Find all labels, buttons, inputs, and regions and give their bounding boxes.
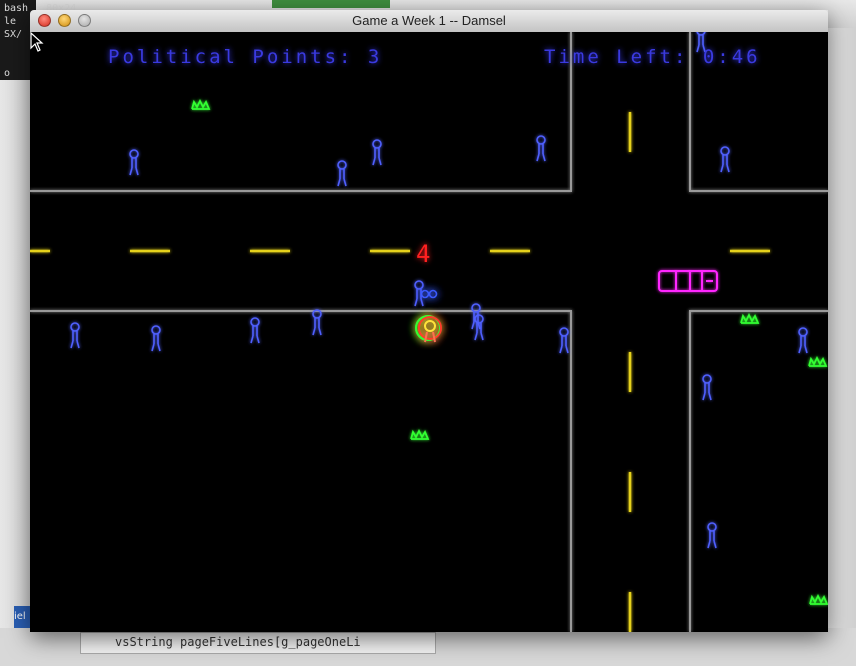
background-window-strip <box>272 0 390 8</box>
pedestrian <box>798 327 808 354</box>
background-code-line: vsString pageFiveLines[g_pageOneLi <box>80 632 436 654</box>
curbs <box>30 32 828 632</box>
background-panel-right <box>828 28 856 628</box>
pedestrian <box>151 325 161 352</box>
pedestrian <box>312 309 322 336</box>
titlebar[interactable]: Game a Week 1 -- Damsel <box>30 10 828 33</box>
grass-tuft <box>808 357 827 367</box>
time-label: Time Left: <box>544 46 689 68</box>
grass-tufts <box>191 100 828 605</box>
pedestrian <box>720 146 730 173</box>
pedestrian <box>129 149 139 176</box>
pedestrian <box>702 374 712 401</box>
game-window: Game a Week 1 -- Damsel Political Points… <box>30 10 828 632</box>
timer-display: Time Left: 0:46 <box>544 46 761 68</box>
pedestrian <box>372 139 382 166</box>
background-panel-left <box>0 80 32 640</box>
pedestrian <box>337 160 347 187</box>
score-display: Political Points: 3 <box>108 46 382 68</box>
grass-tuft <box>809 595 828 605</box>
score-label: Political Points: <box>108 46 354 68</box>
time-value: 0:46 <box>702 46 761 68</box>
car <box>658 270 718 292</box>
grass-tuft <box>191 100 210 110</box>
mouse-cursor-icon <box>30 32 44 52</box>
pedestrian <box>707 522 717 549</box>
pedestrian <box>559 327 569 354</box>
curb-bottom-left <box>30 310 572 632</box>
pedestrian <box>536 135 546 162</box>
curb-bottom-right <box>689 310 828 632</box>
player-character <box>415 289 442 343</box>
game-canvas[interactable]: Political Points: 3 Time Left: 0:46 4 <box>30 32 828 632</box>
pedestrian <box>250 317 260 344</box>
pedestrian <box>70 322 80 349</box>
window-title: Game a Week 1 -- Damsel <box>352 13 506 28</box>
grass-tuft <box>740 314 759 324</box>
game-scene <box>30 32 828 632</box>
floating-points-text: 4 <box>416 240 431 268</box>
grass-tuft <box>410 430 429 440</box>
score-value: 3 <box>367 46 383 68</box>
